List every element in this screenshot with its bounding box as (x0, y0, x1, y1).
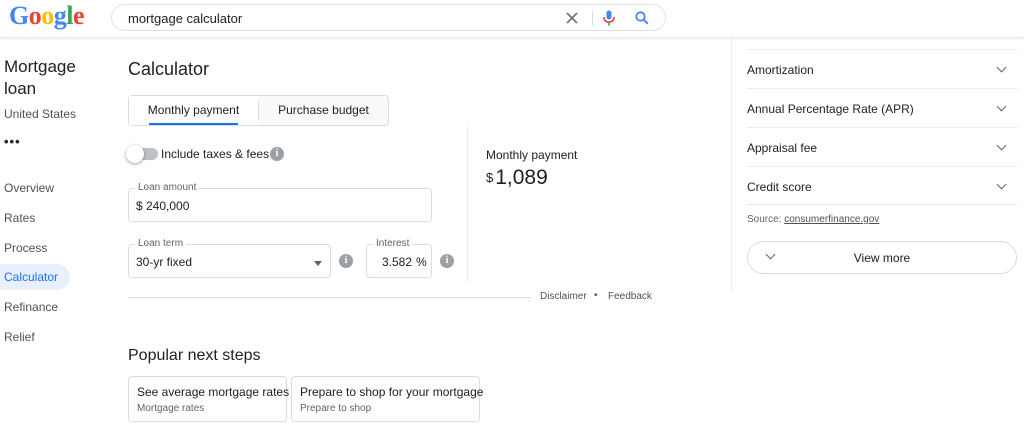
accordion-appraisal-fee[interactable]: Appraisal fee (747, 127, 1017, 166)
close-icon[interactable] (562, 8, 582, 28)
logo-letter: l (66, 1, 73, 30)
loan-amount-field[interactable]: Loan amount $ 240,000 (128, 182, 432, 222)
google-logo[interactable]: Google (9, 1, 85, 30)
next-step-card-rates[interactable]: See average mortgage rates Mortgage rate… (128, 376, 290, 422)
view-more-label: View more (853, 251, 911, 265)
taxes-fees-label: Include taxes & fees (161, 147, 270, 161)
chevron-down-icon (996, 101, 1007, 112)
search-icon[interactable] (632, 8, 652, 28)
loan-amount-label: Loan amount (135, 182, 200, 194)
tab-monthly-payment[interactable]: Monthly payment (129, 96, 258, 125)
source-prefix: Source: (747, 214, 785, 225)
page-title: Mortgage loan (4, 57, 76, 98)
accordion-label: Appraisal fee (747, 141, 818, 155)
loan-term-info-icon[interactable]: i (339, 254, 353, 268)
search-divider (592, 11, 593, 26)
calculator-footer-divider (128, 297, 531, 298)
right-panel-border (731, 38, 732, 291)
calculator-tabs: Monthly payment Purchase budget (128, 95, 389, 126)
logo-letter: g (53, 1, 67, 30)
loan-term-select[interactable]: Loan term 30-yr fixed (128, 238, 331, 278)
view-more-button[interactable]: View more (747, 241, 1017, 274)
next-step-title: See average mortgage rates (137, 385, 290, 399)
vertical-divider (467, 126, 468, 281)
chevron-down-icon (996, 179, 1007, 190)
accordion-apr[interactable]: Annual Percentage Rate (APR) (747, 88, 1017, 127)
interest-unit: % (416, 255, 427, 269)
interest-info-icon[interactable]: i (440, 254, 454, 268)
feedback-link[interactable]: Feedback (608, 291, 652, 302)
interest-input[interactable]: 3.582 (382, 255, 412, 269)
loan-amount-input[interactable]: $ 240,000 (136, 199, 189, 213)
region-label: United States (4, 107, 77, 121)
taxes-fees-toggle[interactable] (126, 145, 158, 163)
tab-purchase-budget[interactable]: Purchase budget (259, 96, 388, 125)
dropdown-caret-icon (314, 261, 322, 266)
next-step-subtitle: Mortgage rates (137, 403, 205, 414)
next-step-subtitle: Prepare to shop (300, 403, 372, 414)
next-step-title: Prepare to shop for your mortgage (300, 385, 484, 399)
accordion-label: Credit score (747, 180, 812, 194)
monthly-payment-label: Monthly payment (486, 148, 578, 162)
chevron-down-icon (996, 62, 1007, 73)
loan-term-label: Loan term (135, 238, 187, 250)
header-bar: Google (0, 0, 1024, 38)
accordion-credit-score[interactable]: Credit score (747, 166, 1017, 205)
loan-term-value: 30-yr fixed (136, 255, 193, 269)
microphone-icon[interactable] (599, 8, 619, 28)
interest-label: Interest (373, 238, 413, 250)
chevron-down-icon (996, 140, 1007, 151)
info-icon[interactable]: i (270, 147, 284, 161)
source-attribution: Source: consumerfinance.gov (747, 214, 879, 225)
more-options-icon[interactable]: ••• (4, 134, 21, 149)
accordion-amortization[interactable]: Amortization (747, 49, 1017, 88)
sidebar-item-process[interactable]: Process (0, 235, 47, 261)
logo-letter: o (28, 1, 42, 30)
sidebar-item-overview[interactable]: Overview (0, 175, 54, 201)
currency-symbol: $ (486, 170, 494, 185)
calculator-title: Calculator (128, 59, 210, 79)
logo-letter: G (9, 1, 29, 30)
sidebar-item-relief[interactable]: Relief (0, 324, 35, 350)
next-steps-title: Popular next steps (128, 347, 261, 364)
logo-letter: e (72, 1, 85, 30)
monthly-payment-amount: 1,089 (495, 166, 548, 189)
logo-letter: o (41, 1, 54, 30)
search-input[interactable] (128, 9, 548, 27)
accordion-label: Amortization (747, 63, 814, 77)
interest-field[interactable]: Interest 3.582 % (366, 238, 432, 278)
monthly-payment-value: $1,089 (486, 166, 548, 190)
toggle-knob (126, 145, 144, 163)
sidebar-item-rates[interactable]: Rates (0, 205, 35, 231)
next-step-card-shop[interactable]: Prepare to shop for your mortgage Prepar… (291, 376, 484, 422)
footer-separator: • (594, 290, 598, 301)
search-box (111, 4, 666, 31)
sidebar-item-calculator[interactable]: Calculator (0, 264, 70, 290)
disclaimer-link[interactable]: Disclaimer (540, 291, 587, 302)
sidebar-item-refinance[interactable]: Refinance (0, 294, 58, 320)
source-link[interactable]: consumerfinance.gov (784, 214, 879, 225)
accordion-label: Annual Percentage Rate (APR) (747, 102, 914, 116)
